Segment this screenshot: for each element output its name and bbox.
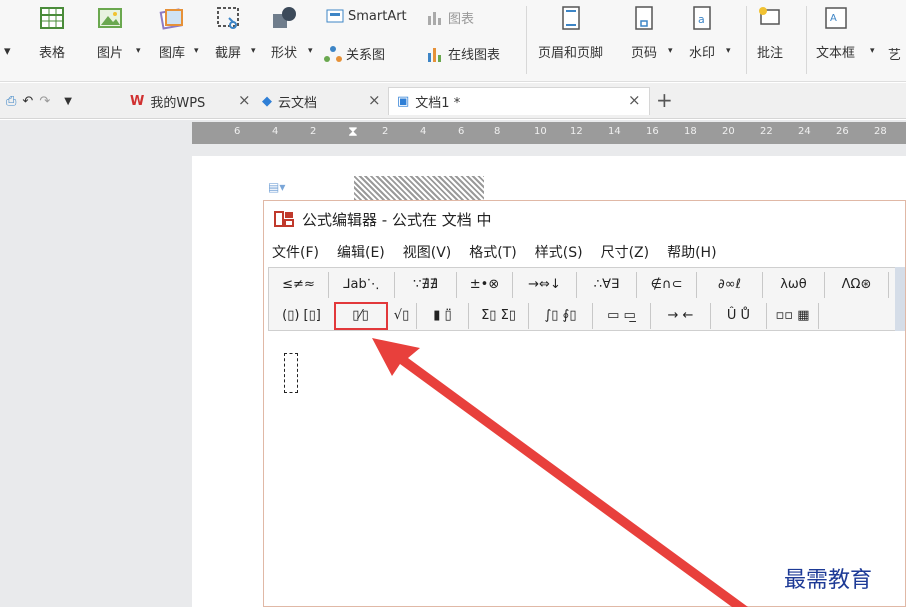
annotation-arrow xyxy=(372,338,748,607)
watermark-text: 最需教育 xyxy=(784,568,873,593)
